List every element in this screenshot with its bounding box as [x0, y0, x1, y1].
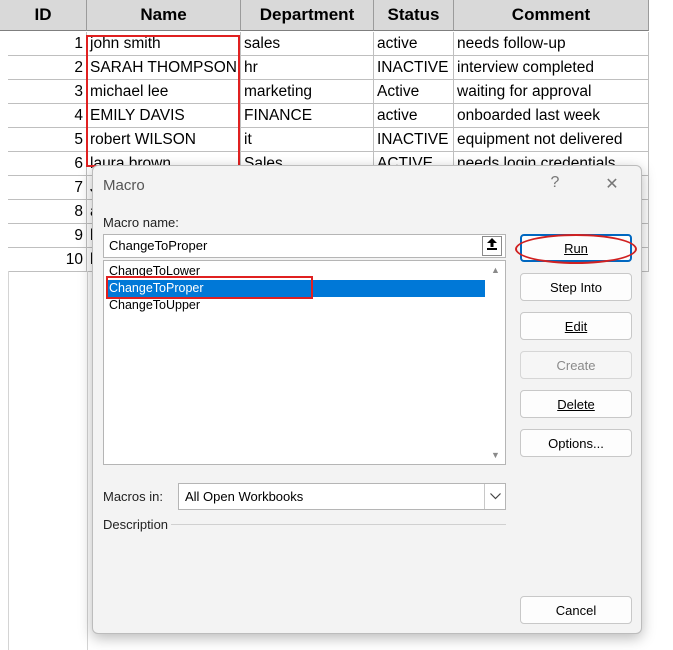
cell-id[interactable]: 4 — [8, 104, 87, 128]
cell-dept[interactable]: marketing — [241, 80, 374, 104]
delete-label: Delete — [557, 397, 595, 412]
macros-in-label: Macros in: — [103, 489, 163, 504]
cell-id[interactable]: 7 — [8, 176, 87, 200]
scroll-down-icon[interactable]: ▼ — [491, 450, 500, 460]
options-button[interactable]: Options... — [520, 429, 632, 457]
cell-id[interactable]: 1 — [8, 32, 87, 56]
edit-label: Edit — [565, 319, 587, 334]
cell-id[interactable]: 2 — [8, 56, 87, 80]
cell-id[interactable]: 9 — [8, 224, 87, 248]
upload-arrow-icon[interactable] — [482, 236, 502, 256]
header-id[interactable]: ID — [0, 0, 87, 31]
cell-status[interactable]: active — [374, 104, 454, 128]
dialog-title: Macro — [103, 177, 145, 194]
macro-name-value: ChangeToProper — [109, 238, 207, 253]
scroll-up-icon[interactable]: ▲ — [491, 265, 500, 275]
step-into-button[interactable]: Step Into — [520, 273, 632, 301]
name-column-highlight — [86, 35, 240, 167]
header-status[interactable]: Status — [374, 0, 454, 31]
close-icon[interactable]: ✕ — [601, 174, 623, 194]
cell-comment[interactable]: onboarded last week — [454, 104, 649, 128]
macro-name-input[interactable]: ChangeToProper — [103, 234, 506, 258]
cell-dept[interactable]: hr — [241, 56, 374, 80]
run-button-highlight — [515, 234, 637, 264]
cell-comment[interactable]: interview completed — [454, 56, 649, 80]
selected-macro-highlight — [106, 276, 313, 299]
cancel-button[interactable]: Cancel — [520, 596, 632, 624]
create-label: Create — [556, 358, 595, 373]
grid-line — [87, 271, 88, 650]
grid-line — [8, 271, 9, 650]
cell-status[interactable]: Active — [374, 80, 454, 104]
list-scrollbar[interactable]: ▲ ▼ — [488, 262, 504, 463]
header-name[interactable]: Name — [87, 0, 241, 31]
cancel-label: Cancel — [556, 603, 596, 618]
description-divider — [171, 524, 506, 525]
macro-dialog: Macro ? ✕ Macro name: ChangeToProper Cha… — [92, 165, 642, 634]
options-label: Options... — [548, 436, 604, 451]
macro-name-label: Macro name: — [103, 215, 179, 230]
cell-dept[interactable]: it — [241, 128, 374, 152]
chevron-glyph — [490, 493, 501, 500]
cell-status[interactable]: active — [374, 32, 454, 56]
step-into-label: Step Into — [550, 280, 602, 295]
macros-in-select[interactable]: All Open Workbooks — [178, 483, 506, 510]
header-department[interactable]: Department — [241, 0, 374, 31]
edit-button[interactable]: Edit — [520, 312, 632, 340]
cell-id[interactable]: 10 — [8, 248, 87, 272]
create-button: Create — [520, 351, 632, 379]
header-comment[interactable]: Comment — [454, 0, 649, 31]
chevron-down-icon[interactable] — [484, 484, 505, 509]
cell-comment[interactable]: equipment not delivered — [454, 128, 649, 152]
macro-list-item[interactable]: ChangeToUpper — [106, 297, 485, 314]
cell-comment[interactable]: waiting for approval — [454, 80, 649, 104]
cell-id[interactable]: 5 — [8, 128, 87, 152]
description-label: Description — [103, 517, 168, 532]
macros-in-value: All Open Workbooks — [185, 489, 303, 504]
cell-comment[interactable]: needs follow-up — [454, 32, 649, 56]
cell-id[interactable]: 8 — [8, 200, 87, 224]
delete-button[interactable]: Delete — [520, 390, 632, 418]
help-icon[interactable]: ? — [544, 174, 566, 192]
cell-id[interactable]: 6 — [8, 152, 87, 176]
cell-status[interactable]: INACTIVE — [374, 128, 454, 152]
up-arrow-glyph — [487, 238, 497, 250]
cell-dept[interactable]: sales — [241, 32, 374, 56]
cell-id[interactable]: 3 — [8, 80, 87, 104]
cell-dept[interactable]: FINANCE — [241, 104, 374, 128]
cell-status[interactable]: INACTIVE — [374, 56, 454, 80]
